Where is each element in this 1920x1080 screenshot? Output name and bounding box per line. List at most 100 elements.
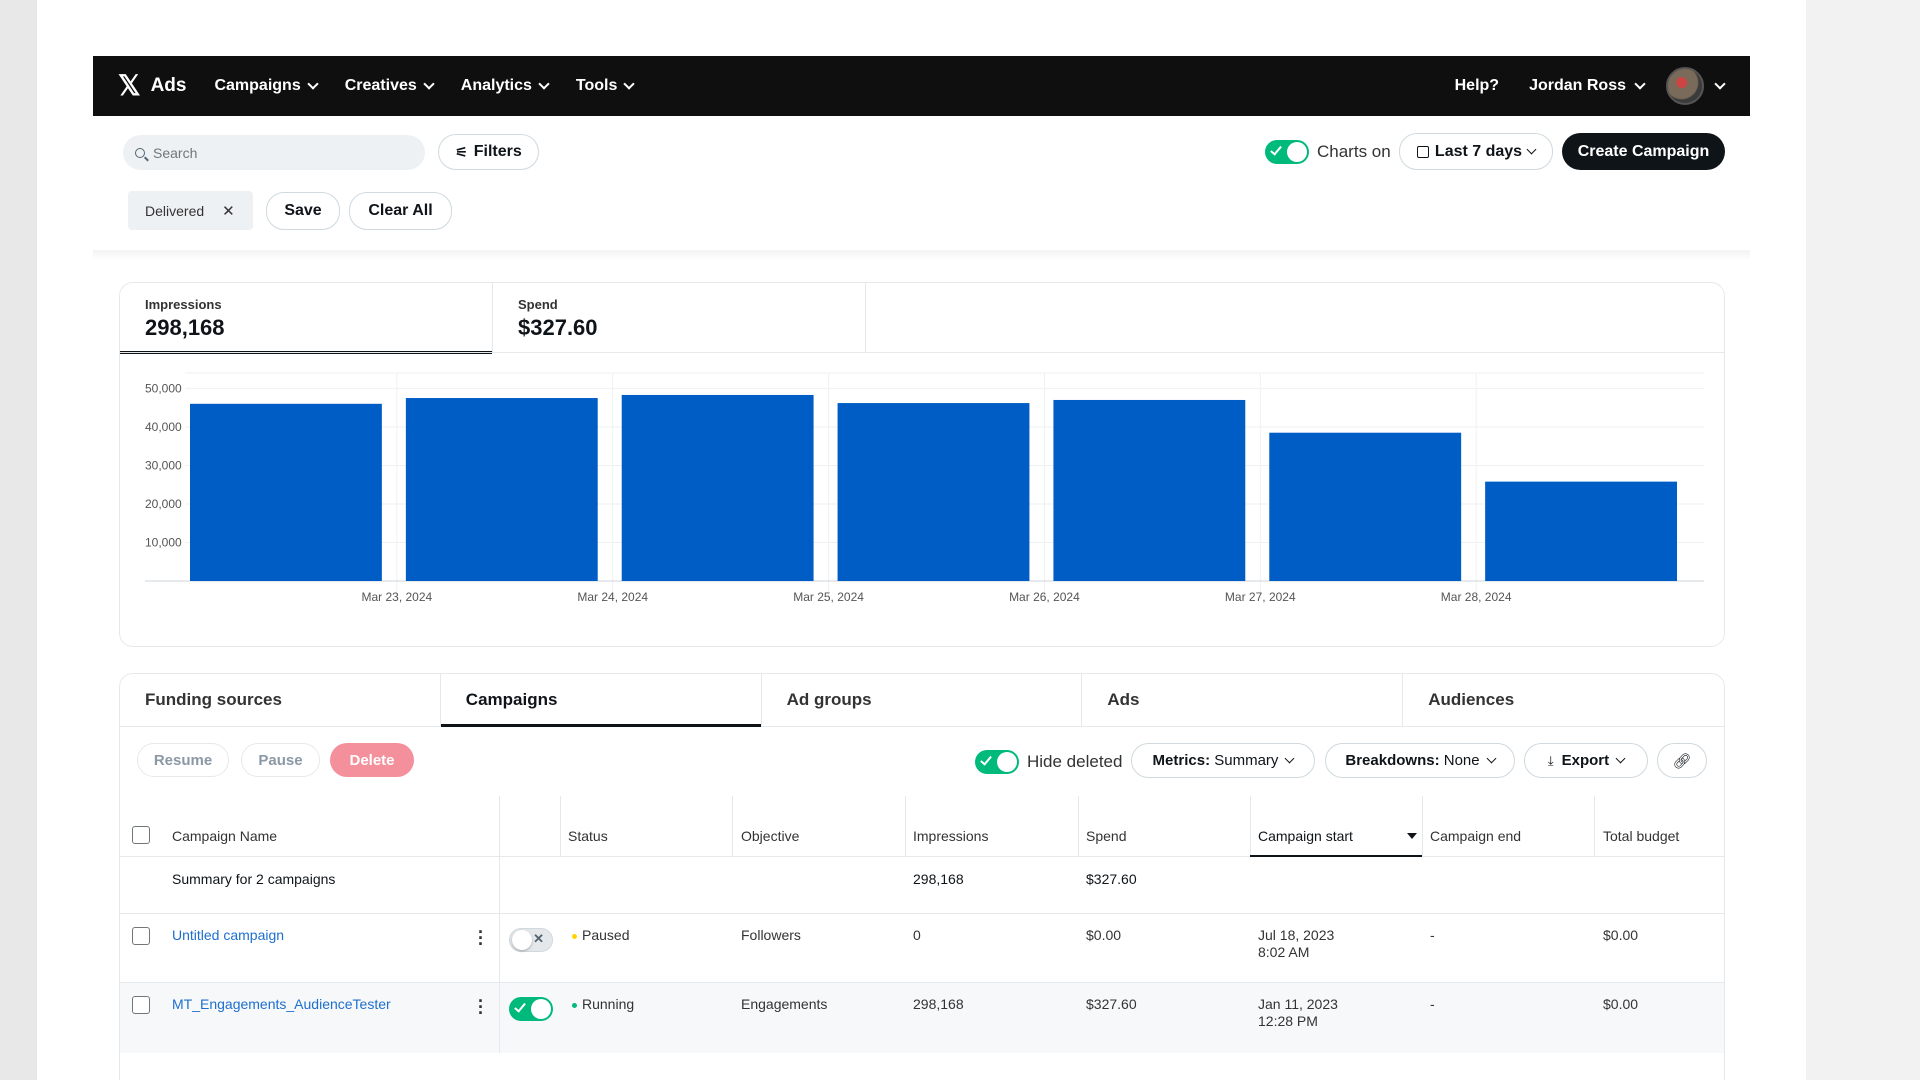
- search-input[interactable]: Search: [123, 135, 425, 170]
- export-dropdown[interactable]: ⤓ Export: [1524, 743, 1648, 778]
- campaign-name-link[interactable]: MT_Engagements_AudienceTester: [172, 996, 391, 1012]
- metric-label: Impressions: [145, 297, 222, 312]
- impressions-bar: [190, 403, 382, 581]
- filter-bar-shadow: [93, 250, 1750, 260]
- nav-tools[interactable]: Tools: [576, 77, 636, 95]
- more-options-icon[interactable]: · · ·: [478, 992, 484, 1022]
- check-icon: [1270, 143, 1282, 156]
- header-campaign-end[interactable]: Campaign end: [1430, 828, 1521, 844]
- x-tick-label: Mar 26, 2024: [1009, 590, 1080, 604]
- tab-campaigns[interactable]: Campaigns: [440, 674, 762, 727]
- chevron-down-icon: [1634, 77, 1646, 90]
- charts-toggle[interactable]: Charts on: [1265, 140, 1391, 164]
- link-icon: 🔗︎: [1672, 752, 1692, 770]
- check-icon: [514, 1000, 526, 1013]
- header-status[interactable]: Status: [568, 828, 608, 844]
- start-time-cell: 8:02 AM: [1258, 944, 1310, 960]
- metric-impressions[interactable]: Impressions 298,168: [120, 283, 493, 354]
- help-link[interactable]: Help?: [1455, 77, 1499, 95]
- account-chevron-down-icon[interactable]: [1714, 77, 1726, 90]
- save-button[interactable]: Save: [266, 192, 340, 230]
- chevron-down-icon: [623, 77, 636, 90]
- filter-chip-label: Delivered: [145, 202, 205, 219]
- delete-button[interactable]: Delete: [330, 743, 414, 777]
- tab-funding-sources[interactable]: Funding sources: [120, 674, 441, 726]
- header-campaign-name[interactable]: Campaign Name: [172, 828, 277, 844]
- table-header-row: Campaign Name Status Objective Impressio…: [120, 796, 1724, 857]
- header-campaign-start[interactable]: Campaign start: [1258, 828, 1353, 844]
- sort-descending-icon[interactable]: [1407, 833, 1417, 839]
- tab-audiences[interactable]: Audiences: [1403, 674, 1724, 726]
- row-checkbox[interactable]: [132, 927, 150, 945]
- date-range-button[interactable]: Last 7 days: [1399, 133, 1553, 170]
- y-tick-label: 40,000: [145, 420, 182, 434]
- campaign-status-switch[interactable]: ✕: [509, 928, 553, 952]
- tab-ads[interactable]: Ads: [1082, 674, 1404, 726]
- hide-deleted-switch[interactable]: [975, 750, 1019, 774]
- create-campaign-button[interactable]: Create Campaign: [1562, 133, 1725, 170]
- breakdowns-dropdown[interactable]: Breakdowns: None: [1325, 743, 1515, 778]
- impressions-bar: [1053, 399, 1246, 581]
- y-tick-label: 50,000: [145, 381, 182, 395]
- campaign-status-switch[interactable]: [509, 997, 553, 1021]
- status-text: Running: [582, 996, 635, 1012]
- header-spend[interactable]: Spend: [1086, 828, 1126, 844]
- column-divider: [732, 796, 733, 857]
- entity-tabs: Funding sources Campaigns Ad groups Ads …: [120, 674, 1724, 727]
- table-row[interactable]: Untitled campaign · · · ✕ Paused Followers…: [120, 914, 1724, 983]
- sliders-icon: ⚟: [455, 143, 468, 160]
- header-impressions[interactable]: Impressions: [913, 828, 988, 844]
- campaign-name-link[interactable]: Untitled campaign: [172, 927, 284, 943]
- x-tick-label: Mar 24, 2024: [577, 590, 648, 604]
- objective-cell: Followers: [741, 927, 801, 943]
- metric-spend[interactable]: Spend $327.60: [493, 283, 866, 353]
- x-icon: ✕: [533, 931, 544, 946]
- chart-card: Impressions 298,168 Spend $327.60 10,000…: [119, 282, 1725, 647]
- status-running-dot: [572, 1002, 577, 1008]
- table-row[interactable]: MT_Engagements_AudienceTester · · · Runnin…: [120, 983, 1724, 1053]
- hide-deleted-toggle[interactable]: Hide deleted: [975, 750, 1122, 774]
- column-divider: [560, 796, 561, 857]
- search-placeholder: Search: [153, 144, 198, 161]
- nav-campaigns-label: Campaigns: [214, 77, 301, 94]
- metric-label: Spend: [518, 297, 558, 312]
- pause-button[interactable]: Pause: [241, 743, 320, 777]
- start-date-cell: Jul 18, 2023: [1258, 927, 1335, 943]
- spend-cell: $327.60: [1086, 996, 1137, 1012]
- copy-link-button[interactable]: 🔗︎: [1657, 743, 1707, 778]
- nav-creatives[interactable]: Creatives: [345, 77, 435, 95]
- clear-all-button[interactable]: Clear All: [349, 192, 452, 230]
- impressions-cell: 298,168: [913, 996, 964, 1012]
- header-total-budget[interactable]: Total budget: [1603, 828, 1679, 844]
- avatar[interactable]: [1666, 67, 1704, 105]
- start-time-cell: 12:28 PM: [1258, 1013, 1318, 1029]
- impressions-bar: [1485, 481, 1677, 581]
- more-options-icon[interactable]: · · ·: [478, 923, 484, 953]
- x-tick-label: Mar 23, 2024: [361, 590, 432, 604]
- calendar-icon: [1416, 145, 1429, 158]
- filters-button[interactable]: ⚟ Filters: [438, 134, 539, 170]
- summary-row: Summary for 2 campaigns 298,168 $327.60: [120, 857, 1724, 914]
- tab-ad-groups[interactable]: Ad groups: [762, 674, 1083, 726]
- impressions-bar: [621, 394, 814, 581]
- chevron-down-icon: [307, 77, 319, 90]
- budget-cell: $0.00: [1603, 996, 1639, 1012]
- nav-analytics[interactable]: Analytics: [461, 77, 550, 95]
- filter-chip-delivered[interactable]: Delivered ✕: [128, 191, 253, 230]
- metrics-dropdown[interactable]: Metrics: Summary: [1131, 743, 1315, 778]
- budget-cell: $0.00: [1603, 927, 1639, 943]
- user-menu[interactable]: Jordan Ross: [1529, 77, 1646, 95]
- charts-toggle-switch[interactable]: [1265, 140, 1309, 164]
- brand[interactable]: 𝕏 Ads: [118, 72, 186, 100]
- search-icon: [135, 147, 145, 158]
- row-checkbox[interactable]: [132, 996, 150, 1014]
- chevron-down-icon: [538, 77, 550, 90]
- nav-campaigns[interactable]: Campaigns: [214, 77, 319, 95]
- metrics-label: Metrics:: [1152, 752, 1211, 769]
- select-all-checkbox[interactable]: [132, 826, 150, 844]
- entity-tabs-card: Funding sources Campaigns Ad groups Ads …: [119, 673, 1725, 1080]
- close-icon[interactable]: ✕: [222, 202, 235, 220]
- header-objective[interactable]: Objective: [741, 828, 799, 844]
- x-logo-icon: 𝕏: [118, 70, 141, 101]
- resume-button[interactable]: Resume: [137, 743, 229, 777]
